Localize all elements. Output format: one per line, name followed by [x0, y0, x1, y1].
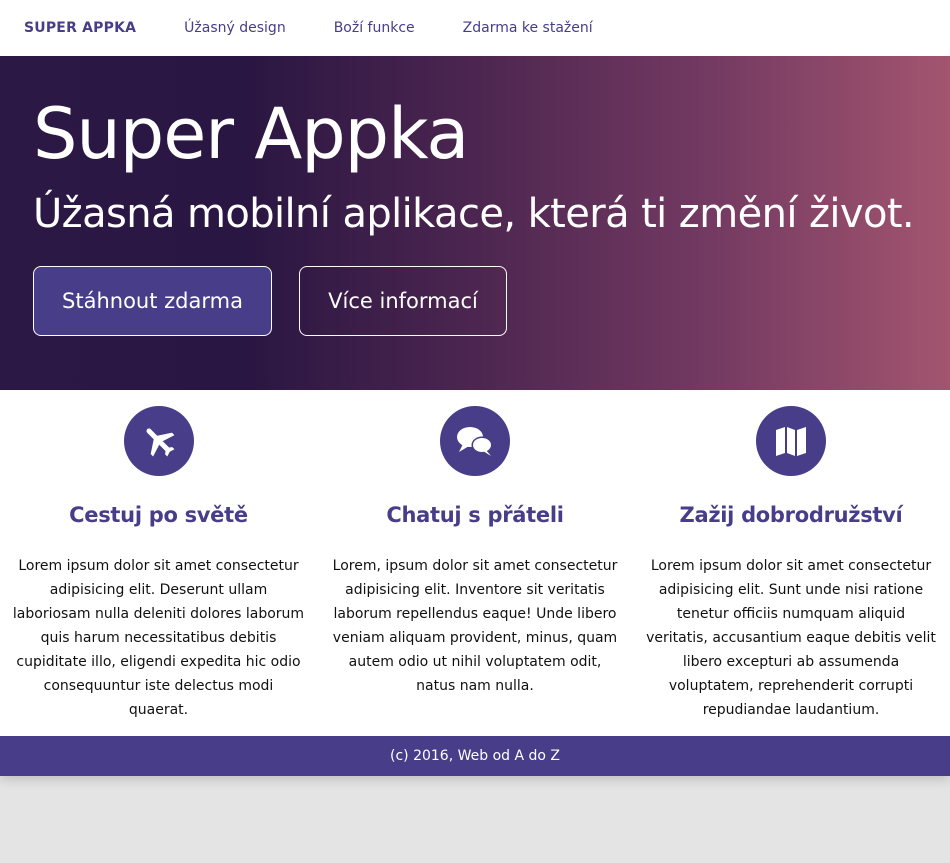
hero-subtitle: Úžasná mobilní aplikace, která ti změní …	[33, 191, 915, 237]
top-navigation: SUPER APPKA Úžasný design Boží funkce Zd…	[0, 0, 950, 56]
nav-link-features[interactable]: Boží funkce	[334, 20, 415, 36]
feature-text: Lorem ipsum dolor sit amet consectetur a…	[12, 558, 305, 718]
feature-text: Lorem ipsum dolor sit amet consectetur a…	[646, 558, 936, 718]
page: SUPER APPKA Úžasný design Boží funkce Zd…	[0, 0, 950, 776]
nav-link-design[interactable]: Úžasný design	[184, 20, 286, 36]
hero-section: Super Appka Úžasná mobilní aplikace, kte…	[0, 56, 950, 390]
feature-title: Cestuj po světě	[69, 503, 248, 527]
features-section: Cestuj po světě Lorem ipsum dolor sit am…	[0, 390, 950, 736]
feature-chat: Chatuj s přáteli Lorem, ipsum dolor sit …	[317, 406, 633, 722]
more-info-button[interactable]: Více informací	[299, 266, 507, 336]
copyright-text: (c) 2016, Web od A do Z	[390, 748, 560, 764]
download-free-button[interactable]: Stáhnout zdarma	[33, 266, 272, 336]
nav-link-download[interactable]: Zdarma ke stažení	[463, 20, 593, 36]
hero-title: Super Appka	[33, 93, 469, 175]
feature-travel: Cestuj po světě Lorem ipsum dolor sit am…	[0, 406, 317, 722]
feature-title: Chatuj s přáteli	[386, 503, 564, 527]
hero-buttons: Stáhnout zdarma Více informací	[33, 266, 950, 336]
airplane-icon	[123, 406, 194, 476]
brand-link[interactable]: SUPER APPKA	[24, 20, 136, 36]
chat-bubbles-icon	[440, 406, 510, 476]
feature-title: Zažij dobrodružství	[679, 503, 903, 527]
footer: (c) 2016, Web od A do Z	[0, 736, 950, 776]
feature-adventure: Zažij dobrodružství Lorem ipsum dolor si…	[633, 406, 949, 722]
feature-text: Lorem, ipsum dolor sit amet consectetur …	[332, 558, 618, 694]
map-icon	[756, 406, 826, 476]
